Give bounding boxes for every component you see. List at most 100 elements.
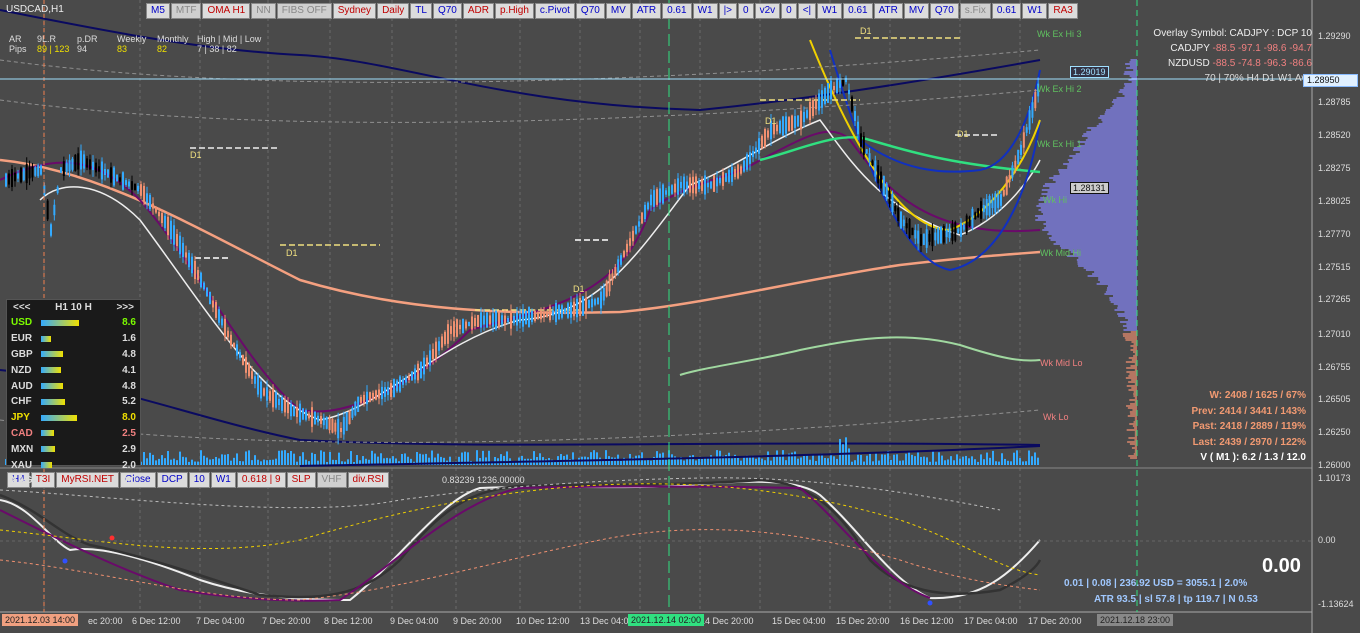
toolbar-button-1[interactable]: MTF [170, 3, 202, 19]
indicator-button-4[interactable]: DCP [156, 472, 188, 488]
candle-body [17, 173, 19, 179]
candle-body [857, 121, 859, 135]
candle-body [854, 111, 856, 121]
toolbar-button-21[interactable]: <| [797, 3, 817, 19]
candle-body [737, 164, 739, 179]
toolbar-button-27[interactable]: s.Fix [959, 3, 991, 19]
toolbar-button-10[interactable]: p.High [495, 3, 534, 19]
candle-body [937, 227, 940, 244]
candle-body [588, 299, 590, 309]
volume-bar [950, 456, 952, 465]
chart-canvas[interactable] [0, 0, 1360, 633]
toolbar-button-22[interactable]: W1 [817, 3, 843, 19]
candle-body [980, 201, 982, 219]
candle-body [31, 166, 34, 178]
volume-bar [1025, 461, 1027, 465]
toolbar-button-9[interactable]: ADR [462, 3, 494, 19]
indicator-button-9[interactable]: VHF [316, 472, 347, 488]
toolbar-button-8[interactable]: Q70 [432, 3, 462, 19]
candle-body [131, 181, 133, 190]
volume-bar [830, 453, 832, 465]
toolbar-button-3[interactable]: NN [251, 3, 276, 19]
candle-body [882, 176, 885, 196]
candle-body [897, 207, 900, 221]
candle-body [1014, 160, 1017, 168]
toolbar-button-6[interactable]: Daily [377, 3, 410, 19]
toolbar-button-25[interactable]: MV [903, 3, 929, 19]
candle-body [582, 296, 584, 316]
candle-body [920, 234, 922, 246]
overlay-row: NZDUSD -88.5 -74.8 -96.3 -86.6 [1168, 58, 1312, 69]
candle-body [558, 304, 560, 320]
candle-body [101, 161, 103, 180]
toolbar-button-29[interactable]: W1 [1022, 3, 1048, 19]
candle-body [573, 301, 575, 317]
candle-body [128, 181, 130, 187]
volume-bar [704, 457, 706, 465]
toolbar-button-0[interactable]: M5 [146, 3, 170, 19]
toolbar-button-18[interactable]: 0 [738, 3, 754, 19]
currency-name: CAD [11, 427, 33, 439]
candle-body [104, 168, 106, 176]
toolbar-button-7[interactable]: TL [410, 3, 432, 19]
volume-bar [155, 460, 157, 465]
volume-bar [272, 459, 274, 465]
volume-bar [881, 454, 883, 465]
toolbar-button-20[interactable]: 0 [781, 3, 797, 19]
toolbar-button-26[interactable]: Q70 [929, 3, 959, 19]
toolbar-button-28[interactable]: 0.61 [991, 3, 1022, 19]
candle-body [576, 298, 578, 318]
next-button[interactable]: >>> [116, 302, 134, 313]
indicator-button-8[interactable]: SLP [286, 472, 316, 488]
price-tick: 1.27010 [1318, 329, 1351, 339]
candle-body [818, 93, 820, 111]
label-d1-a: D1 [190, 150, 202, 160]
currency-bar [41, 462, 53, 469]
volume-bar [362, 456, 364, 465]
label-d1-d: D1 [765, 116, 777, 126]
toolbar-button-12[interactable]: Q70 [575, 3, 605, 19]
candle-body [567, 303, 569, 318]
toolbar-button-13[interactable]: MV [605, 3, 631, 19]
toolbar-button-14[interactable]: ATR [631, 3, 662, 19]
currency-bar [41, 351, 63, 358]
candle-body [934, 232, 937, 241]
volume-bar [899, 460, 901, 465]
candle-body [134, 183, 136, 191]
candle-body [513, 315, 515, 324]
volume-bar [854, 460, 856, 465]
toolbar-button-16[interactable]: W1 [692, 3, 718, 19]
toolbar-button-11[interactable]: c.Pivot [534, 3, 575, 19]
toolbar-button-19[interactable]: v2v [754, 3, 781, 19]
indicator-button-5[interactable]: 10 [188, 472, 210, 488]
toolbar-button-23[interactable]: 0.61 [843, 3, 873, 19]
volume-bar [296, 461, 298, 465]
toolbar-button-2[interactable]: OMA H1 [202, 3, 251, 19]
candle-body [815, 100, 817, 110]
sub-line2: ATR 93.5 | sl 57.8 | tp 119.7 | N 0.53 [1094, 594, 1258, 605]
toolbar-button-17[interactable]: |> [718, 3, 737, 19]
volume-bar [170, 459, 172, 465]
toolbar-button-24[interactable]: ATR [873, 3, 903, 19]
candle-body [902, 219, 905, 227]
volume-bar [683, 460, 685, 465]
prev-button[interactable]: <<< [13, 302, 31, 313]
candle-body [387, 386, 389, 396]
toolbar-button-5[interactable]: Sydney [332, 3, 377, 19]
candle-body [209, 291, 211, 305]
indicator-button-10[interactable]: div.RSI [347, 472, 390, 488]
toolbar-button-15[interactable]: 0.61 [662, 3, 692, 19]
candle-body [95, 162, 97, 173]
candle-body [149, 194, 151, 210]
candle-body [170, 220, 172, 240]
candle-body [206, 287, 208, 297]
indicator-button-6[interactable]: W1 [210, 472, 236, 488]
candle-body [399, 376, 401, 392]
volume-bar [671, 454, 673, 465]
candle-body [794, 116, 796, 128]
indicator-button-7[interactable]: 0.618 | 9 [236, 472, 286, 488]
candle-body [806, 110, 808, 118]
toolbar-button-30[interactable]: RA3 [1048, 3, 1078, 19]
candle-body [653, 190, 655, 207]
toolbar-button-4[interactable]: FIBS OFF [276, 3, 332, 19]
